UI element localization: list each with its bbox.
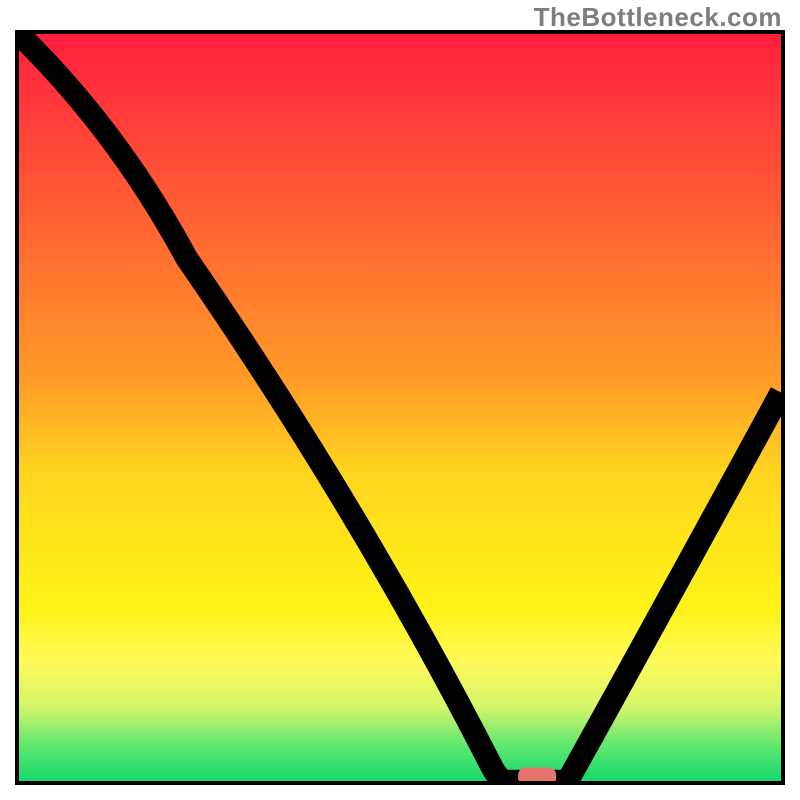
chart-container: TheBottleneck.com	[0, 0, 800, 800]
marker-layer	[19, 34, 781, 781]
plot-area	[15, 30, 785, 785]
watermark-label: TheBottleneck.com	[534, 2, 782, 33]
optimal-marker	[518, 768, 556, 781]
